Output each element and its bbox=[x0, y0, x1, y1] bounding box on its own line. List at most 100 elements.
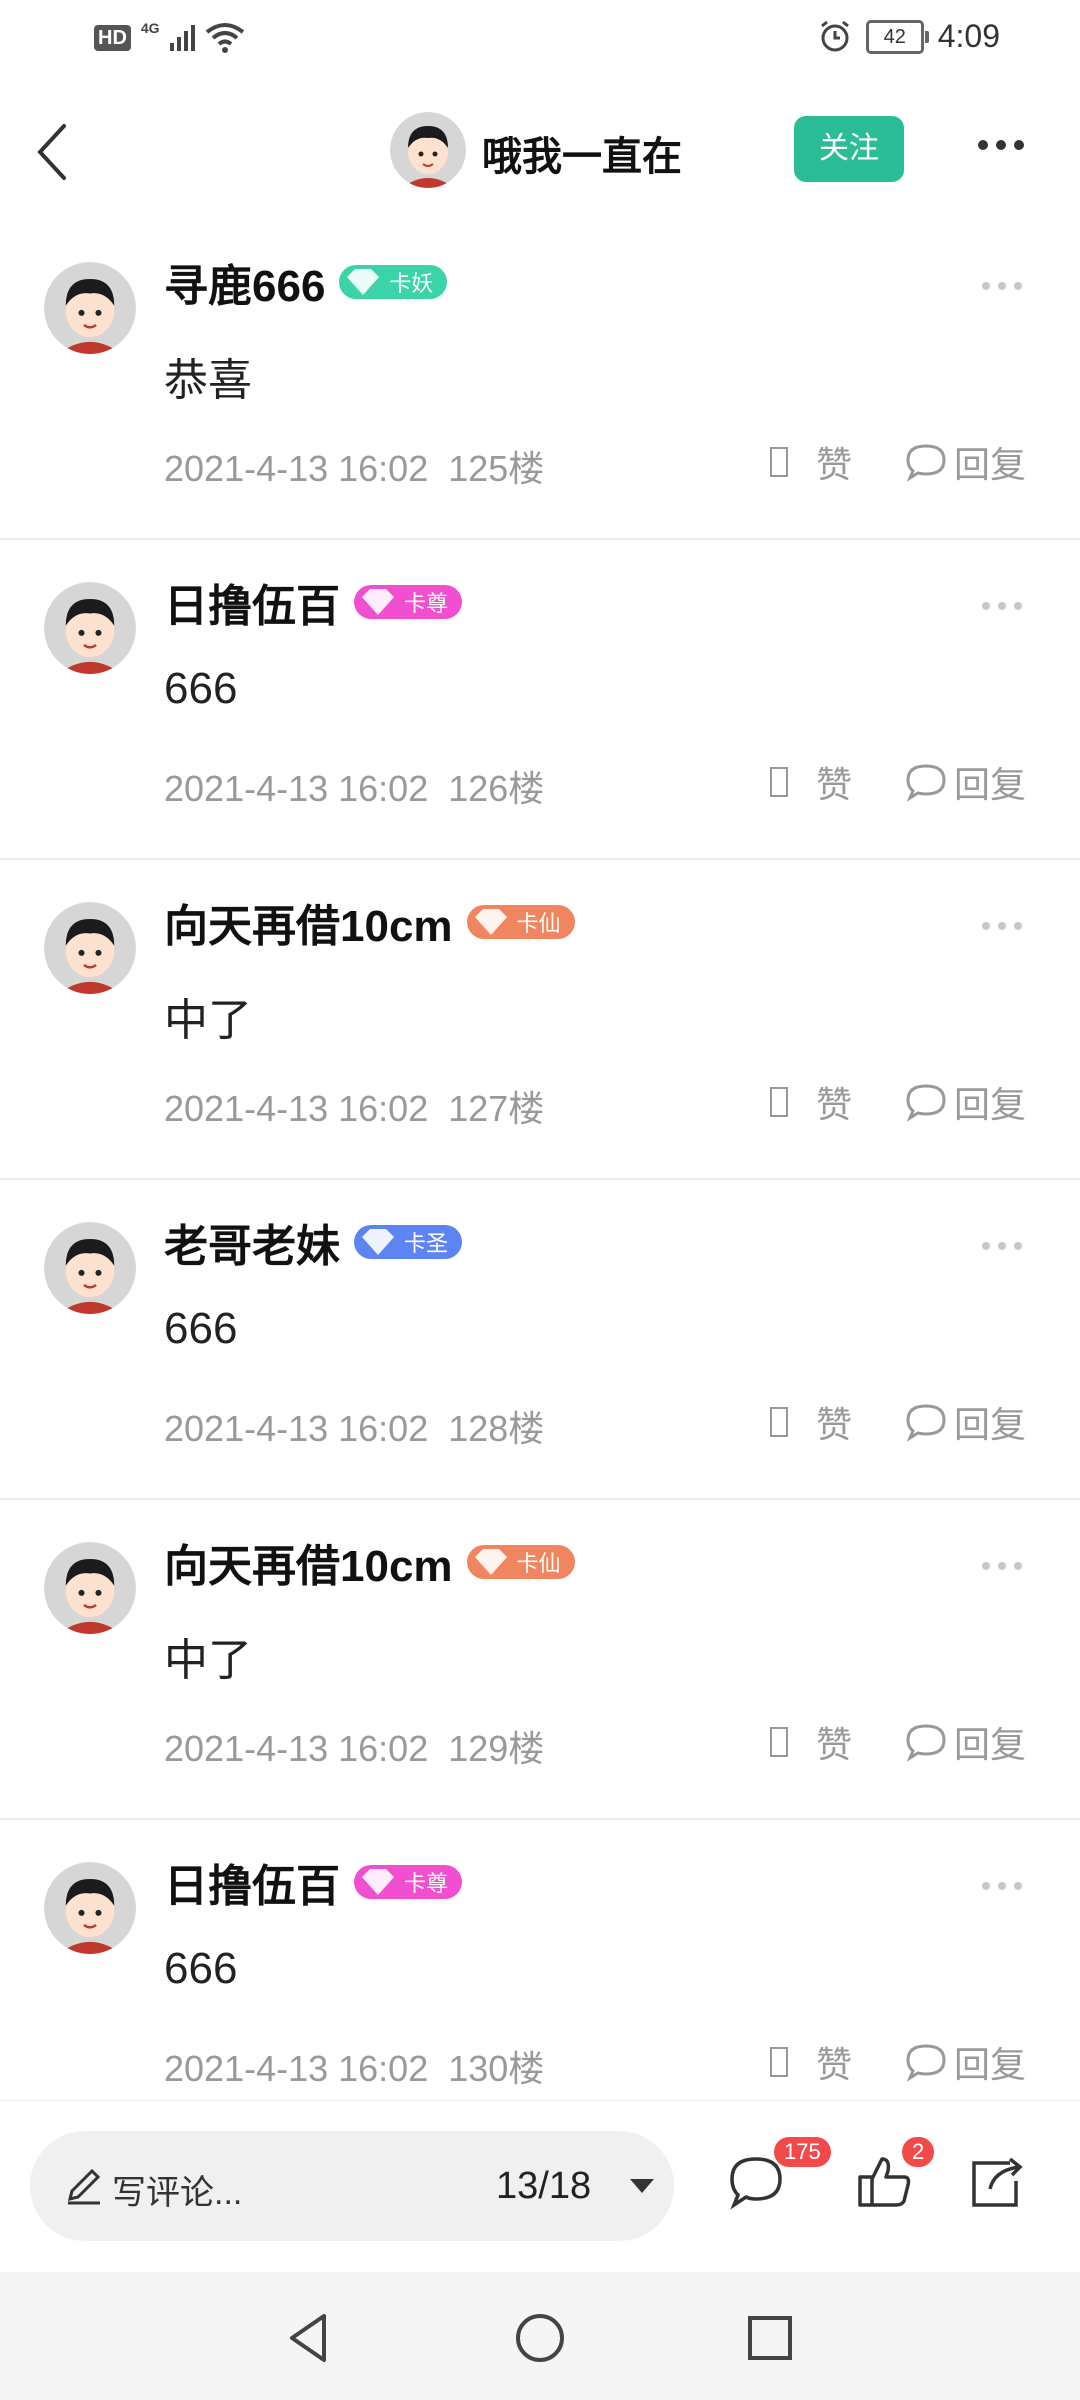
like-button[interactable]: 赞 bbox=[770, 1076, 852, 1128]
reply-button[interactable]: 回复 bbox=[904, 2036, 1026, 2088]
comment-floor: 128楼 bbox=[448, 1408, 545, 1449]
comment-item[interactable]: 日撸伍百 卡尊 666 2021-4-13 16:02 130楼 赞 回复 bbox=[0, 1820, 1080, 2100]
nav-back-icon[interactable] bbox=[280, 2308, 340, 2368]
share-icon[interactable] bbox=[966, 2149, 1030, 2213]
comment-date: 2021-4-13 16:02 bbox=[164, 1408, 429, 1449]
commenter-avatar[interactable] bbox=[44, 582, 136, 674]
comment-content: 中了 bbox=[164, 996, 252, 1045]
reply-button[interactable]: 回复 bbox=[904, 1396, 1026, 1448]
write-comment-input[interactable]: 写评论... 13/18 bbox=[30, 2131, 674, 2241]
more-options-icon[interactable] bbox=[978, 140, 1024, 150]
comment-item[interactable]: 老哥老妹 卡圣 666 2021-4-13 16:02 128楼 赞 回复 bbox=[0, 1180, 1080, 1500]
back-icon[interactable] bbox=[26, 116, 82, 188]
comment-actions: 赞 回复 bbox=[770, 436, 1040, 486]
level-badge-label: 卡尊 bbox=[404, 591, 449, 616]
comment-floor: 130楼 bbox=[448, 2048, 545, 2089]
commenter-name[interactable]: 老哥老妹 bbox=[164, 1210, 340, 1274]
commenter-avatar[interactable] bbox=[44, 902, 136, 994]
comment-more-icon[interactable] bbox=[982, 1562, 1022, 1570]
like-button[interactable]: 赞 bbox=[770, 1716, 852, 1768]
write-comment-placeholder: 写评论... bbox=[112, 2174, 243, 2212]
reply-button[interactable]: 回复 bbox=[904, 1076, 1026, 1128]
network-type: 4G bbox=[140, 20, 160, 36]
comment-floor: 126楼 bbox=[448, 768, 545, 809]
commenter-avatar[interactable] bbox=[44, 1222, 136, 1314]
reply-label: 回复 bbox=[954, 1404, 1027, 1445]
like-button[interactable]: 赞 bbox=[770, 2036, 852, 2088]
commenter-name[interactable]: 日撸伍百 bbox=[164, 1850, 340, 1914]
level-badge: 卡妖 bbox=[339, 265, 448, 299]
like-icon bbox=[770, 1407, 788, 1437]
comment-more-icon[interactable] bbox=[982, 282, 1022, 290]
like-label: 赞 bbox=[816, 1084, 853, 1125]
reply-bubble-icon bbox=[906, 1724, 946, 1762]
comment-item[interactable]: 向天再借10cm 卡仙 中了 2021-4-13 16:02 129楼 赞 回复 bbox=[0, 1500, 1080, 1820]
nav-home-icon[interactable] bbox=[510, 2308, 570, 2368]
level-badge-label: 卡妖 bbox=[389, 271, 434, 296]
level-badge-label: 卡尊 bbox=[404, 1871, 449, 1896]
gem-icon bbox=[347, 269, 380, 295]
comment-content: 666 bbox=[164, 1944, 238, 1993]
comment-list[interactable]: 寻鹿666 卡妖 恭喜 2021-4-13 16:02 125楼 赞 回复 日撸… bbox=[0, 220, 1080, 2100]
level-badge: 卡仙 bbox=[466, 1545, 575, 1579]
battery-indicator: 42 bbox=[865, 19, 929, 54]
gem-icon bbox=[362, 1229, 394, 1255]
status-left: HD 4G bbox=[94, 20, 245, 54]
clock: 4:09 bbox=[937, 18, 1000, 54]
like-icon bbox=[770, 1087, 788, 1117]
comment-floor: 127楼 bbox=[448, 1088, 545, 1129]
comment-content: 666 bbox=[164, 664, 238, 713]
author-avatar[interactable] bbox=[390, 112, 466, 188]
like-icon bbox=[770, 2047, 788, 2077]
page-indicator[interactable]: 13/18 bbox=[496, 2165, 591, 2208]
like-label: 赞 bbox=[816, 444, 853, 485]
level-badge: 卡尊 bbox=[354, 585, 463, 619]
comment-more-icon[interactable] bbox=[982, 1882, 1022, 1890]
like-count-badge: 2 bbox=[902, 2137, 935, 2167]
gem-icon bbox=[474, 1549, 507, 1575]
like-button[interactable]: 赞 bbox=[770, 1396, 852, 1448]
commenter-name-row: 老哥老妹 卡圣 bbox=[164, 1210, 463, 1274]
commenter-name[interactable]: 向天再借10cm bbox=[164, 890, 453, 954]
commenter-name-row: 日撸伍百 卡尊 bbox=[164, 1850, 463, 1914]
comment-more-icon[interactable] bbox=[982, 922, 1022, 930]
commenter-name[interactable]: 寻鹿666 bbox=[164, 250, 325, 314]
like-label: 赞 bbox=[816, 764, 853, 805]
comment-meta: 2021-4-13 16:02 127楼 bbox=[164, 1080, 544, 1132]
like-icon bbox=[770, 447, 788, 477]
comment-item[interactable]: 寻鹿666 卡妖 恭喜 2021-4-13 16:02 125楼 赞 回复 bbox=[0, 220, 1080, 540]
reply-label: 回复 bbox=[954, 444, 1027, 485]
comment-content: 666 bbox=[164, 1304, 238, 1353]
comment-more-icon[interactable] bbox=[982, 1242, 1022, 1250]
comment-item[interactable]: 向天再借10cm 卡仙 中了 2021-4-13 16:02 127楼 赞 回复 bbox=[0, 860, 1080, 1180]
commenter-avatar[interactable] bbox=[44, 1542, 136, 1634]
commenter-name[interactable]: 日撸伍百 bbox=[164, 570, 340, 634]
signal-icon bbox=[169, 25, 195, 51]
comment-meta: 2021-4-13 16:02 126楼 bbox=[164, 760, 544, 812]
like-icon bbox=[770, 767, 788, 797]
commenter-avatar[interactable] bbox=[44, 262, 136, 354]
follow-button[interactable]: 关注 bbox=[794, 116, 904, 182]
pencil-icon bbox=[67, 2168, 101, 2205]
comment-date: 2021-4-13 16:02 bbox=[164, 448, 429, 489]
wifi-icon bbox=[205, 23, 244, 53]
dropdown-arrow-icon[interactable] bbox=[630, 2179, 654, 2193]
reply-bubble-icon bbox=[906, 1084, 946, 1122]
commenter-avatar[interactable] bbox=[44, 1862, 136, 1954]
commenter-name[interactable]: 向天再借10cm bbox=[164, 1530, 453, 1594]
reply-button[interactable]: 回复 bbox=[904, 1716, 1026, 1768]
comment-count-badge: 175 bbox=[774, 2137, 831, 2167]
reply-label: 回复 bbox=[954, 1724, 1027, 1765]
like-button[interactable]: 赞 bbox=[770, 436, 852, 488]
reply-label: 回复 bbox=[954, 764, 1027, 805]
like-button[interactable]: 赞 bbox=[770, 756, 852, 808]
reply-label: 回复 bbox=[954, 2044, 1027, 2085]
comment-item[interactable]: 日撸伍百 卡尊 666 2021-4-13 16:02 126楼 赞 回复 bbox=[0, 540, 1080, 860]
reply-button[interactable]: 回复 bbox=[904, 756, 1026, 808]
reply-bubble-icon bbox=[906, 1404, 946, 1442]
nav-recents-icon[interactable] bbox=[740, 2308, 800, 2368]
comment-meta: 2021-4-13 16:02 125楼 bbox=[164, 440, 544, 492]
comment-content: 恭喜 bbox=[164, 356, 252, 405]
comment-more-icon[interactable] bbox=[982, 602, 1022, 610]
reply-button[interactable]: 回复 bbox=[904, 436, 1026, 488]
